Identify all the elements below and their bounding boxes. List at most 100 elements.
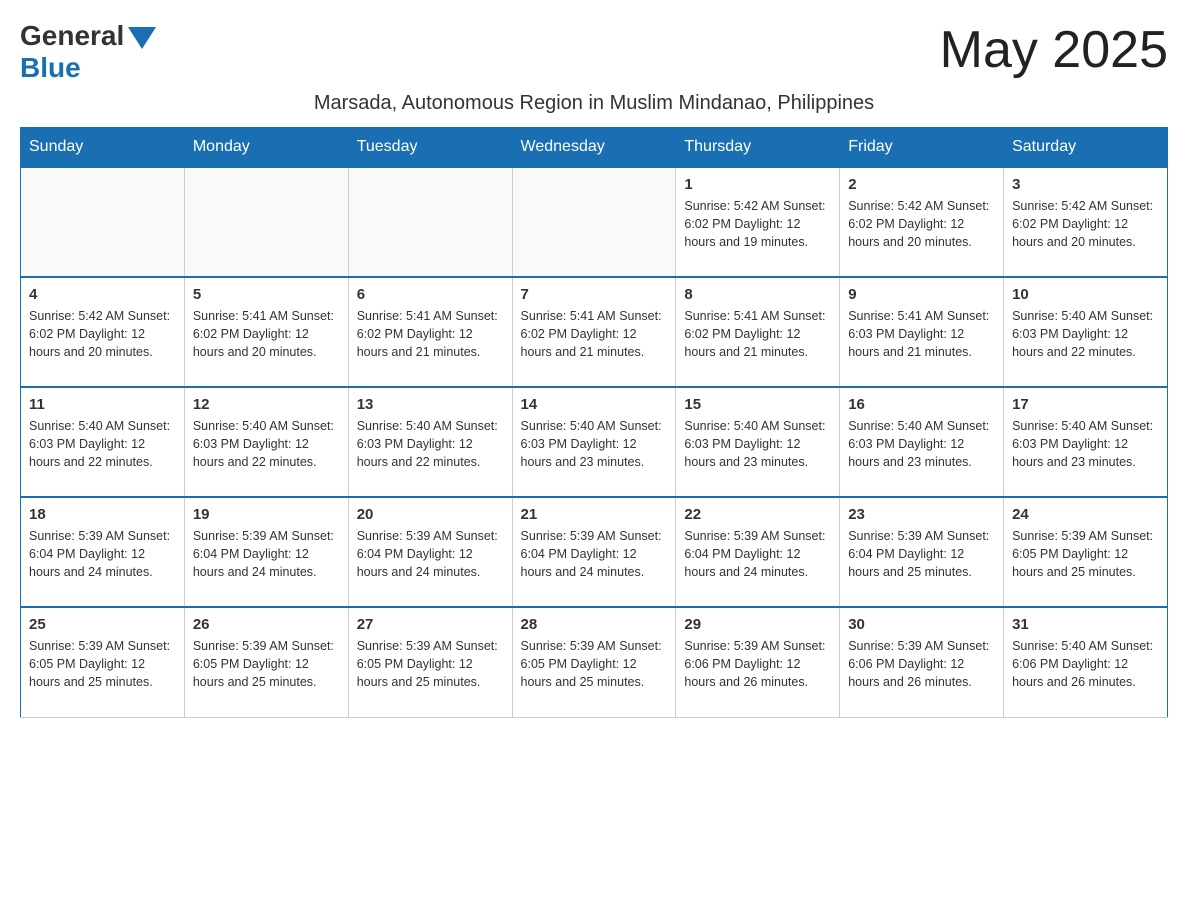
weekday-header-saturday: Saturday bbox=[1004, 128, 1168, 168]
day-number: 27 bbox=[357, 616, 504, 633]
day-number: 23 bbox=[848, 506, 995, 523]
calendar-cell: 15Sunrise: 5:40 AM Sunset: 6:03 PM Dayli… bbox=[676, 387, 840, 497]
calendar-cell: 30 Sunrise: 5:39 AM Sunset: 6:06 PM Dayli… bbox=[840, 607, 1004, 717]
day-info: Sunrise: 5:39 AM Sunset: 6:05 PM Dayligh… bbox=[193, 637, 340, 691]
day-number: 19 bbox=[193, 506, 340, 523]
day-number: 8 bbox=[684, 286, 831, 303]
day-info: Sunrise: 5:42 AM Sunset: 6:02 PM Dayligh… bbox=[1012, 197, 1159, 251]
day-number: 12 bbox=[193, 396, 340, 413]
day-number: 20 bbox=[357, 506, 504, 523]
day-number: 2 bbox=[848, 176, 995, 193]
calendar-cell: 8 Sunrise: 5:41 AM Sunset: 6:02 PM Daylig… bbox=[676, 277, 840, 387]
day-number: 3 bbox=[1012, 176, 1159, 193]
calendar-cell bbox=[348, 167, 512, 277]
day-number: 10 bbox=[1012, 286, 1159, 303]
calendar-cell: 4 Sunrise: 5:42 AM Sunset: 6:02 PM Daylig… bbox=[21, 277, 185, 387]
weekday-header-friday: Friday bbox=[840, 128, 1004, 168]
day-number: 18 bbox=[29, 506, 176, 523]
calendar-cell: 5 Sunrise: 5:41 AM Sunset: 6:02 PM Daylig… bbox=[184, 277, 348, 387]
calendar-cell: 24Sunrise: 5:39 AM Sunset: 6:05 PM Dayli… bbox=[1004, 497, 1168, 607]
day-number: 22 bbox=[684, 506, 831, 523]
calendar-cell: 28 Sunrise: 5:39 AM Sunset: 6:05 PM Dayli… bbox=[512, 607, 676, 717]
calendar-cell: 10 Sunrise: 5:40 AM Sunset: 6:03 PM Dayli… bbox=[1004, 277, 1168, 387]
day-info: Sunrise: 5:41 AM Sunset: 6:02 PM Dayligh… bbox=[357, 307, 504, 361]
day-info: Sunrise: 5:40 AM Sunset: 6:03 PM Dayligh… bbox=[684, 417, 831, 471]
logo-general: General bbox=[20, 20, 124, 52]
day-info: Sunrise: 5:39 AM Sunset: 6:06 PM Dayligh… bbox=[684, 637, 831, 691]
day-info: Sunrise: 5:39 AM Sunset: 6:04 PM Dayligh… bbox=[193, 527, 340, 581]
calendar-cell bbox=[512, 167, 676, 277]
calendar-cell: 14 Sunrise: 5:40 AM Sunset: 6:03 PM Dayli… bbox=[512, 387, 676, 497]
day-number: 9 bbox=[848, 286, 995, 303]
calendar-cell: 19 Sunrise: 5:39 AM Sunset: 6:04 PM Dayli… bbox=[184, 497, 348, 607]
day-number: 1 bbox=[684, 176, 831, 193]
day-number: 21 bbox=[521, 506, 668, 523]
day-info: Sunrise: 5:40 AM Sunset: 6:03 PM Dayligh… bbox=[1012, 417, 1159, 471]
calendar-cell: 25Sunrise: 5:39 AM Sunset: 6:05 PM Dayli… bbox=[21, 607, 185, 717]
calendar-cell: 18Sunrise: 5:39 AM Sunset: 6:04 PM Dayli… bbox=[21, 497, 185, 607]
weekday-header-sunday: Sunday bbox=[21, 128, 185, 168]
day-number: 31 bbox=[1012, 616, 1159, 633]
day-number: 16 bbox=[848, 396, 995, 413]
logo: General Blue bbox=[20, 20, 156, 84]
day-info: Sunrise: 5:39 AM Sunset: 6:04 PM Dayligh… bbox=[684, 527, 831, 581]
day-info: Sunrise: 5:39 AM Sunset: 6:04 PM Dayligh… bbox=[848, 527, 995, 581]
calendar-cell: 12Sunrise: 5:40 AM Sunset: 6:03 PM Dayli… bbox=[184, 387, 348, 497]
calendar-cell: 6 Sunrise: 5:41 AM Sunset: 6:02 PM Daylig… bbox=[348, 277, 512, 387]
day-info: Sunrise: 5:39 AM Sunset: 6:06 PM Dayligh… bbox=[848, 637, 995, 691]
day-number: 26 bbox=[193, 616, 340, 633]
calendar-cell: 13Sunrise: 5:40 AM Sunset: 6:03 PM Dayli… bbox=[348, 387, 512, 497]
calendar-cell: 17Sunrise: 5:40 AM Sunset: 6:03 PM Dayli… bbox=[1004, 387, 1168, 497]
calendar-cell: 11 Sunrise: 5:40 AM Sunset: 6:03 PM Dayli… bbox=[21, 387, 185, 497]
day-number: 4 bbox=[29, 286, 176, 303]
calendar-week-row: 25Sunrise: 5:39 AM Sunset: 6:05 PM Dayli… bbox=[21, 607, 1168, 717]
weekday-header-monday: Monday bbox=[184, 128, 348, 168]
day-number: 13 bbox=[357, 396, 504, 413]
calendar-cell: 3 Sunrise: 5:42 AM Sunset: 6:02 PM Daylig… bbox=[1004, 167, 1168, 277]
calendar-week-row: 1 Sunrise: 5:42 AM Sunset: 6:02 PM Daylig… bbox=[21, 167, 1168, 277]
day-number: 29 bbox=[684, 616, 831, 633]
logo-triangle-icon bbox=[128, 27, 156, 49]
day-info: Sunrise: 5:41 AM Sunset: 6:02 PM Dayligh… bbox=[684, 307, 831, 361]
calendar-cell: 20 Sunrise: 5:39 AM Sunset: 6:04 PM Dayli… bbox=[348, 497, 512, 607]
calendar-cell: 22 Sunrise: 5:39 AM Sunset: 6:04 PM Dayli… bbox=[676, 497, 840, 607]
day-info: Sunrise: 5:39 AM Sunset: 6:05 PM Dayligh… bbox=[357, 637, 504, 691]
calendar-cell bbox=[184, 167, 348, 277]
day-number: 11 bbox=[29, 396, 176, 413]
day-info: Sunrise: 5:42 AM Sunset: 6:02 PM Dayligh… bbox=[29, 307, 176, 361]
day-number: 7 bbox=[521, 286, 668, 303]
weekday-header-tuesday: Tuesday bbox=[348, 128, 512, 168]
weekday-header-wednesday: Wednesday bbox=[512, 128, 676, 168]
day-info: Sunrise: 5:41 AM Sunset: 6:03 PM Dayligh… bbox=[848, 307, 995, 361]
day-info: Sunrise: 5:40 AM Sunset: 6:03 PM Dayligh… bbox=[1012, 307, 1159, 361]
day-number: 14 bbox=[521, 396, 668, 413]
day-info: Sunrise: 5:42 AM Sunset: 6:02 PM Dayligh… bbox=[684, 197, 831, 251]
subtitle: Marsada, Autonomous Region in Muslim Min… bbox=[20, 92, 1168, 115]
calendar-table: SundayMondayTuesdayWednesdayThursdayFrid… bbox=[20, 127, 1168, 718]
calendar-cell: 2 Sunrise: 5:42 AM Sunset: 6:02 PM Daylig… bbox=[840, 167, 1004, 277]
day-number: 30 bbox=[848, 616, 995, 633]
day-info: Sunrise: 5:39 AM Sunset: 6:04 PM Dayligh… bbox=[521, 527, 668, 581]
day-number: 24 bbox=[1012, 506, 1159, 523]
calendar-cell: 16 Sunrise: 5:40 AM Sunset: 6:03 PM Dayli… bbox=[840, 387, 1004, 497]
day-info: Sunrise: 5:40 AM Sunset: 6:06 PM Dayligh… bbox=[1012, 637, 1159, 691]
calendar-cell: 23 Sunrise: 5:39 AM Sunset: 6:04 PM Dayli… bbox=[840, 497, 1004, 607]
calendar-cell: 7Sunrise: 5:41 AM Sunset: 6:02 PM Daylig… bbox=[512, 277, 676, 387]
day-number: 6 bbox=[357, 286, 504, 303]
logo-blue: Blue bbox=[20, 52, 156, 84]
day-number: 28 bbox=[521, 616, 668, 633]
weekday-header-thursday: Thursday bbox=[676, 128, 840, 168]
day-info: Sunrise: 5:40 AM Sunset: 6:03 PM Dayligh… bbox=[29, 417, 176, 471]
calendar-week-row: 4 Sunrise: 5:42 AM Sunset: 6:02 PM Daylig… bbox=[21, 277, 1168, 387]
weekday-header-row: SundayMondayTuesdayWednesdayThursdayFrid… bbox=[21, 128, 1168, 168]
day-info: Sunrise: 5:42 AM Sunset: 6:02 PM Dayligh… bbox=[848, 197, 995, 251]
day-info: Sunrise: 5:41 AM Sunset: 6:02 PM Dayligh… bbox=[193, 307, 340, 361]
calendar-week-row: 11 Sunrise: 5:40 AM Sunset: 6:03 PM Dayli… bbox=[21, 387, 1168, 497]
day-info: Sunrise: 5:39 AM Sunset: 6:04 PM Dayligh… bbox=[357, 527, 504, 581]
day-info: Sunrise: 5:39 AM Sunset: 6:05 PM Dayligh… bbox=[29, 637, 176, 691]
day-info: Sunrise: 5:39 AM Sunset: 6:05 PM Dayligh… bbox=[521, 637, 668, 691]
day-info: Sunrise: 5:40 AM Sunset: 6:03 PM Dayligh… bbox=[848, 417, 995, 471]
day-number: 5 bbox=[193, 286, 340, 303]
month-title: May 2025 bbox=[940, 20, 1168, 80]
day-info: Sunrise: 5:40 AM Sunset: 6:03 PM Dayligh… bbox=[521, 417, 668, 471]
